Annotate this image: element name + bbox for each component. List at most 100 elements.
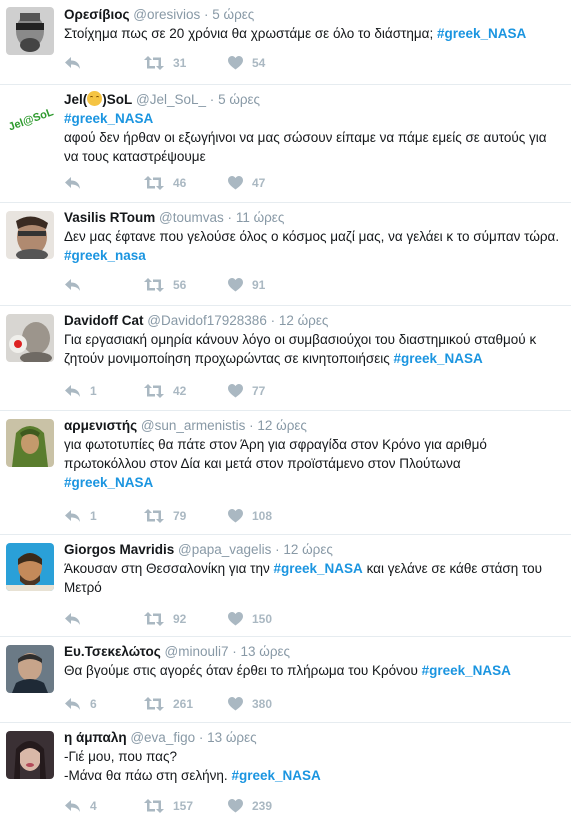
text-body: Δεν μας έφτανε που γελούσε όλος ο κόσμος…: [64, 229, 560, 244]
reply-button[interactable]: [64, 612, 144, 626]
tweet-actions: 92 150: [64, 610, 308, 628]
author-name[interactable]: η άμπαλη: [64, 730, 127, 745]
author-name[interactable]: Davidoff Cat: [64, 313, 144, 328]
reply-button[interactable]: 6: [64, 697, 144, 711]
like-button[interactable]: 108: [228, 509, 308, 523]
like-count: 77: [252, 384, 266, 398]
timestamp[interactable]: 12 ώρες: [279, 313, 329, 328]
author-handle[interactable]: @papa_vagelis: [178, 542, 271, 557]
author-handle[interactable]: @oresivios: [133, 7, 200, 22]
reply-button[interactable]: [64, 56, 144, 70]
avatar[interactable]: Jel@SoL: [6, 93, 54, 141]
reply-button[interactable]: 4: [64, 799, 144, 813]
separator-dot: ·: [204, 7, 209, 22]
tweet-text: Θα βγούμε στις αγορές όταν έρθει το πλήρ…: [64, 661, 563, 680]
timestamp[interactable]: 11 ώρες: [236, 210, 285, 225]
retweet-count: 56: [173, 278, 187, 292]
retweet-button[interactable]: 261: [144, 697, 228, 711]
timestamp[interactable]: 5 ώρες: [218, 92, 260, 107]
tweet-text: Δεν μας έφτανε που γελούσε όλος ο κόσμος…: [64, 227, 563, 265]
reply-icon: [64, 799, 81, 813]
reply-button[interactable]: [64, 176, 144, 190]
reply-count: 1: [90, 384, 97, 398]
like-icon: [228, 176, 243, 190]
avatar[interactable]: [6, 731, 54, 779]
timestamp[interactable]: 13 ώρες: [207, 730, 257, 745]
tweet[interactable]: Vasilis RToum @toumvas · 11 ώρες Δεν μας…: [0, 203, 571, 306]
like-button[interactable]: 380: [228, 697, 308, 711]
author-name[interactable]: Giorgos Mavridis: [64, 542, 174, 557]
timestamp[interactable]: 12 ώρες: [257, 418, 307, 433]
retweet-button[interactable]: 157: [144, 799, 228, 813]
text-body: για φωτοτυπίες θα πάτε στον Άρη για σφρα…: [64, 437, 487, 471]
author-handle[interactable]: @sun_armenistis: [141, 418, 246, 433]
avatar[interactable]: [6, 543, 54, 591]
author-name[interactable]: Ευ.Τσεκελώτος: [64, 644, 161, 659]
author-handle[interactable]: @toumvas: [159, 210, 224, 225]
tweet[interactable]: Jel@SoL Jel()SoL @Jel_SoL_ · 5 ώρες #gre…: [0, 85, 571, 203]
timestamp[interactable]: 12 ώρες: [283, 542, 333, 557]
text-body: αφού δεν ήρθαν οι εξωγήινοι να μας σώσου…: [64, 130, 547, 164]
author-name[interactable]: Jel()SoL: [64, 91, 132, 107]
retweet-icon: [144, 278, 164, 292]
like-count: 91: [252, 278, 266, 292]
avatar[interactable]: [6, 419, 54, 467]
author-handle[interactable]: @Davidof17928386: [147, 313, 267, 328]
retweet-button[interactable]: 42: [144, 384, 228, 398]
retweet-count: 157: [173, 799, 194, 813]
hashtag-link[interactable]: #greek_nasa: [64, 248, 146, 263]
like-button[interactable]: 91: [228, 278, 308, 292]
tweet[interactable]: Ορεσίβιος @oresivios · 5 ώρες Στοίχημα π…: [0, 0, 571, 85]
avatar[interactable]: [6, 7, 54, 55]
retweet-button[interactable]: 46: [144, 176, 228, 190]
reply-button[interactable]: 1: [64, 384, 144, 398]
author-handle[interactable]: @eva_figo: [130, 730, 195, 745]
like-button[interactable]: 47: [228, 176, 308, 190]
reply-count: 4: [90, 799, 97, 813]
author-name[interactable]: αρμενιστής: [64, 418, 137, 433]
like-button[interactable]: 150: [228, 612, 308, 626]
hashtag-link[interactable]: #greek_NASA: [274, 561, 363, 576]
hashtag-link[interactable]: #greek_NASA: [422, 663, 511, 678]
reply-button[interactable]: 1: [64, 509, 144, 523]
retweet-button[interactable]: 79: [144, 509, 228, 523]
retweet-icon: [144, 56, 164, 70]
tweet[interactable]: η άμπαλη @eva_figo · 13 ώρες -Γιέ μου, π…: [0, 723, 571, 824]
tweet[interactable]: Davidoff Cat @Davidof17928386 · 12 ώρες …: [0, 306, 571, 411]
reply-button[interactable]: [64, 278, 144, 292]
reply-icon: [64, 384, 81, 398]
retweet-button[interactable]: 56: [144, 278, 228, 292]
retweet-button[interactable]: 31: [144, 56, 228, 70]
avatar[interactable]: [6, 211, 54, 259]
tweet-actions: 31 54: [64, 54, 308, 72]
like-button[interactable]: 54: [228, 56, 308, 70]
text-body: -Μάνα θα πάω στη σελήνη.: [64, 768, 228, 783]
hashtag-link[interactable]: #greek_NASA: [231, 768, 320, 783]
author-handle[interactable]: @minouli7: [165, 644, 229, 659]
tweet[interactable]: αρμενιστής @sun_armenistis · 12 ώρες για…: [0, 411, 571, 535]
like-button[interactable]: 239: [228, 799, 308, 813]
avatar[interactable]: [6, 314, 54, 362]
hashtag-link[interactable]: #greek_NASA: [64, 111, 153, 126]
reply-icon: [64, 697, 81, 711]
author-handle[interactable]: @Jel_SoL_: [136, 92, 206, 107]
author-name[interactable]: Vasilis RToum: [64, 210, 155, 225]
tweet[interactable]: Ευ.Τσεκελώτος @minouli7 · 13 ώρες Θα βγο…: [0, 637, 571, 723]
avatar[interactable]: [6, 645, 54, 693]
like-icon: [228, 697, 243, 711]
timestamp[interactable]: 5 ώρες: [212, 7, 254, 22]
timestamp[interactable]: 13 ώρες: [241, 644, 291, 659]
retweet-button[interactable]: 92: [144, 612, 228, 626]
hashtag-link[interactable]: #greek_NASA: [394, 351, 483, 366]
tweet-text: Άκουσαν στη Θεσσαλονίκη για την #greek_N…: [64, 559, 563, 597]
hashtag-link[interactable]: #greek_NASA: [437, 26, 526, 41]
reply-icon: [64, 56, 81, 70]
like-count: 150: [252, 612, 273, 626]
hashtag-link[interactable]: #greek_NASA: [64, 475, 153, 490]
retweet-count: 42: [173, 384, 187, 398]
tweet[interactable]: Giorgos Mavridis @papa_vagelis · 12 ώρες…: [0, 535, 571, 637]
author-name[interactable]: Ορεσίβιος: [64, 7, 130, 22]
tweet-text: #greek_NASA αφού δεν ήρθαν οι εξωγήινοι ν…: [64, 109, 563, 166]
reply-icon: [64, 176, 81, 190]
like-button[interactable]: 77: [228, 384, 308, 398]
